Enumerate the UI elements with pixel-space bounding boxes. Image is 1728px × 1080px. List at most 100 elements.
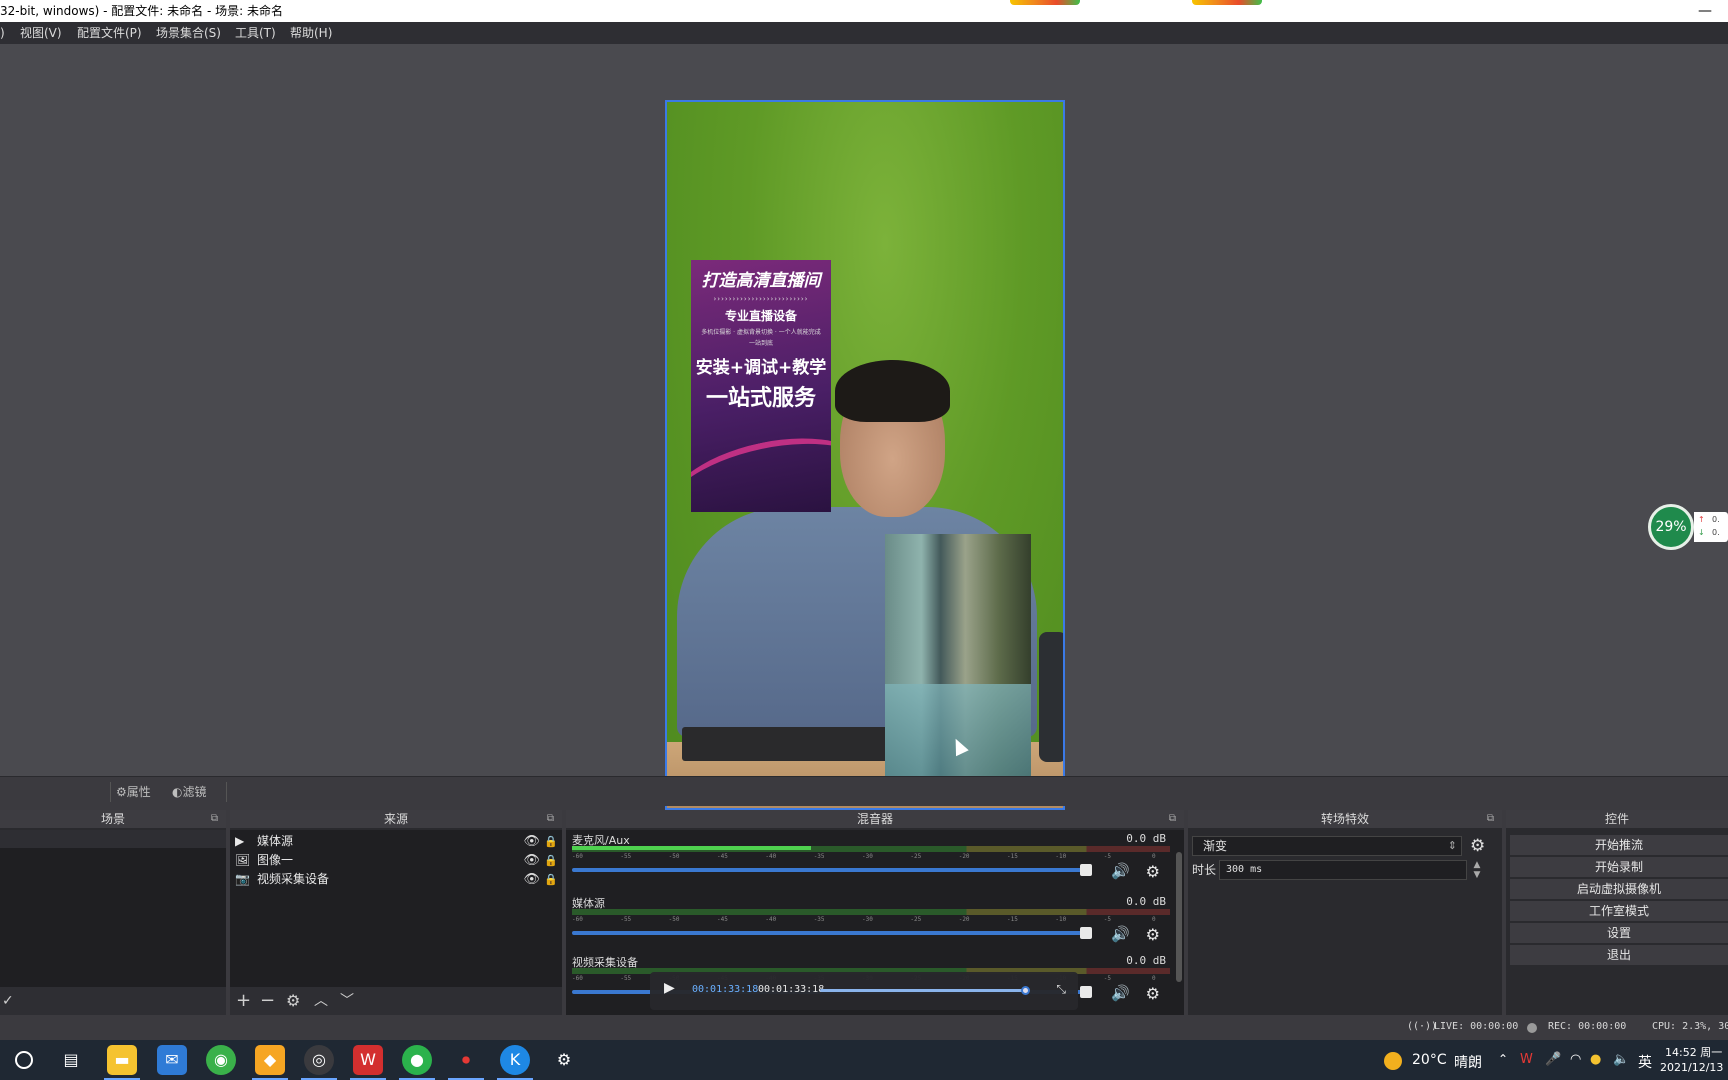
fader-handle[interactable] [1080, 927, 1092, 939]
source-item-media[interactable]: ▶ 媒体源 👁 🔒 [230, 832, 562, 851]
obs-icon[interactable]: ◎ [304, 1045, 334, 1075]
clock-time[interactable]: 14:52 周一 [1665, 1044, 1722, 1060]
preview-canvas[interactable]: 打造高清直播间 ››››››››››››››››››››››››› 专业直播设备… [665, 100, 1065, 810]
meter-ticks: -60-55-50-45-40-35-30-25-20-15-10-50 [572, 916, 1170, 924]
visibility-eye-icon[interactable]: 👁 [523, 870, 540, 889]
dock-float-icon[interactable]: ⧉ [211, 810, 218, 828]
media-total-time: 00:01:33:18 [758, 984, 825, 995]
filters-label: 滤镜 [182, 785, 207, 799]
fader-handle[interactable] [1080, 864, 1092, 876]
visibility-eye-icon[interactable]: 👁 [523, 851, 540, 870]
move-up-chevron-icon[interactable]: ︿ [314, 991, 328, 1011]
transition-select[interactable]: 渐变 ⇕ [1192, 836, 1462, 856]
collapse-icon[interactable]: ⤡ [1056, 982, 1066, 997]
source-properties-gear-icon[interactable]: ⚙ [286, 991, 300, 1011]
microphone-icon[interactable]: 🎤 [1545, 1052, 1561, 1067]
menu-item-tools[interactable]: 工具(T) [235, 22, 276, 44]
scenes-list[interactable] [0, 830, 226, 987]
transition-gear-icon[interactable]: ⚙ [1470, 836, 1485, 856]
volume-fader[interactable] [572, 864, 1092, 876]
visibility-eye-icon[interactable]: 👁 [523, 832, 540, 851]
image-icon: 🖼 [235, 853, 251, 867]
lock-icon[interactable]: 🔒 [544, 851, 558, 870]
meter-tick-label: -60 [572, 975, 583, 982]
browser-icon[interactable]: ◉ [206, 1045, 236, 1075]
ime-indicator[interactable]: 英 [1638, 1052, 1652, 1072]
task-view-icon[interactable]: ▤ [56, 1045, 86, 1075]
cpu-usage-badge[interactable]: 29% [1648, 504, 1694, 550]
speaker-icon[interactable]: 🔊 [1111, 925, 1130, 943]
duration-spinner[interactable]: ▲ ▼ [1469, 860, 1485, 880]
exit-button[interactable]: 退出 [1510, 945, 1728, 965]
spin-down-icon[interactable]: ▼ [1469, 870, 1485, 880]
camera-icon: 📷 [235, 872, 250, 886]
title-bar-decoration [1192, 0, 1262, 5]
weather-temp[interactable]: 20°C [1412, 1052, 1447, 1068]
menu-item-scene-collection[interactable]: 场景集合(S) [156, 22, 221, 44]
fader-handle[interactable] [1080, 986, 1092, 998]
duration-input[interactable]: 300 ms [1219, 860, 1467, 880]
add-source-button[interactable]: + [236, 991, 251, 1011]
spin-up-icon[interactable]: ▲ [1469, 860, 1485, 870]
minimize-button[interactable]: — [1698, 0, 1712, 22]
gear-icon[interactable]: ⚙ [1146, 984, 1160, 1003]
gear-icon[interactable]: ⚙ [1146, 925, 1160, 944]
lock-icon[interactable]: 🔒 [544, 832, 558, 851]
start-streaming-button[interactable]: 开始推流 [1510, 835, 1728, 855]
dock-float-icon[interactable]: ⧉ [1169, 810, 1176, 828]
play-icon[interactable]: ▶ [664, 980, 675, 996]
tray-chevron-up-icon[interactable]: ⌃ [1498, 1052, 1508, 1066]
menu-item-edit-tail[interactable]: ) [0, 22, 5, 44]
source-item-video-capture[interactable]: 📷 视频采集设备 👁 🔒 [230, 870, 562, 889]
clock-date[interactable]: 2021/12/13 [1660, 1061, 1723, 1074]
seek-handle[interactable] [1021, 986, 1030, 995]
broadcast-icon: ((·)) [1407, 1021, 1438, 1032]
meter-tick-label: 0 [1152, 975, 1156, 982]
start-recording-button[interactable]: 开始录制 [1510, 857, 1728, 877]
menu-item-profile[interactable]: 配置文件(P) [77, 22, 142, 44]
menu-item-view[interactable]: 视图(V) [20, 22, 62, 44]
start-virtual-camera-button[interactable]: 启动虚拟摄像机 [1510, 879, 1728, 899]
filters-button[interactable]: ◐滤镜 [172, 783, 207, 800]
app-icon[interactable]: ◆ [255, 1045, 285, 1075]
meter-tick-label: -5 [1103, 975, 1111, 982]
menu-item-help[interactable]: 帮助(H) [290, 22, 332, 44]
dock-float-icon[interactable]: ⧉ [547, 810, 554, 828]
speaker-icon[interactable]: 🔊 [1111, 984, 1130, 1002]
mixer-scrollbar[interactable] [1176, 852, 1182, 982]
settings-button[interactable]: 设置 [1510, 923, 1728, 943]
gear-icon[interactable]: ⚙ [1146, 862, 1160, 881]
play-icon: ▶ [235, 834, 245, 848]
controls-title-text: 控件 [1604, 812, 1629, 826]
meter-tick-label: -30 [862, 853, 873, 860]
promo-image-source[interactable]: 打造高清直播间 ››››››››››››››››››››››››› 专业直播设备… [691, 260, 831, 512]
volume-icon[interactable]: 🔈 [1613, 1052, 1629, 1067]
properties-button[interactable]: ⚙属性 [116, 783, 151, 800]
lock-icon[interactable]: 🔒 [544, 870, 558, 889]
settings-gear-icon[interactable]: ⚙ [549, 1045, 579, 1075]
tray-wps-icon[interactable]: W [1520, 1052, 1533, 1067]
media-seek-slider[interactable] [820, 986, 1030, 995]
meter-tick-label: -20 [958, 853, 970, 860]
mail-icon[interactable]: ✉ [157, 1045, 187, 1075]
remove-source-button[interactable]: − [260, 991, 275, 1011]
move-down-chevron-icon[interactable]: ﹀ [340, 991, 354, 1011]
tray-app-icon[interactable]: ● [1590, 1052, 1601, 1067]
checkmark-icon[interactable]: ✓ [2, 991, 14, 1011]
kugou-icon[interactable]: K [500, 1045, 530, 1075]
search-circle-icon[interactable] [15, 1051, 33, 1069]
controls-dock-title: 控件 [1506, 810, 1728, 828]
preview-area: 打造高清直播间 ››››››››››››››››››››››››› 专业直播设备… [0, 44, 1728, 810]
weather-desc[interactable]: 晴朗 [1454, 1052, 1482, 1072]
volume-fader[interactable] [572, 927, 1092, 939]
dock-float-icon[interactable]: ⧉ [1487, 810, 1494, 828]
wps-icon[interactable]: W [353, 1045, 383, 1075]
file-explorer-icon[interactable]: ▬ [107, 1045, 137, 1075]
speaker-icon[interactable]: 🔊 [1111, 862, 1130, 880]
wifi-icon[interactable]: ◠ [1570, 1052, 1581, 1067]
studio-mode-button[interactable]: 工作室模式 [1510, 901, 1728, 921]
source-item-image[interactable]: 🖼 图像一 👁 🔒 [230, 851, 562, 870]
recorder-icon[interactable]: ⏺ [451, 1045, 481, 1075]
scene-item-selected[interactable] [0, 830, 226, 848]
wechat-icon[interactable]: ● [402, 1045, 432, 1075]
